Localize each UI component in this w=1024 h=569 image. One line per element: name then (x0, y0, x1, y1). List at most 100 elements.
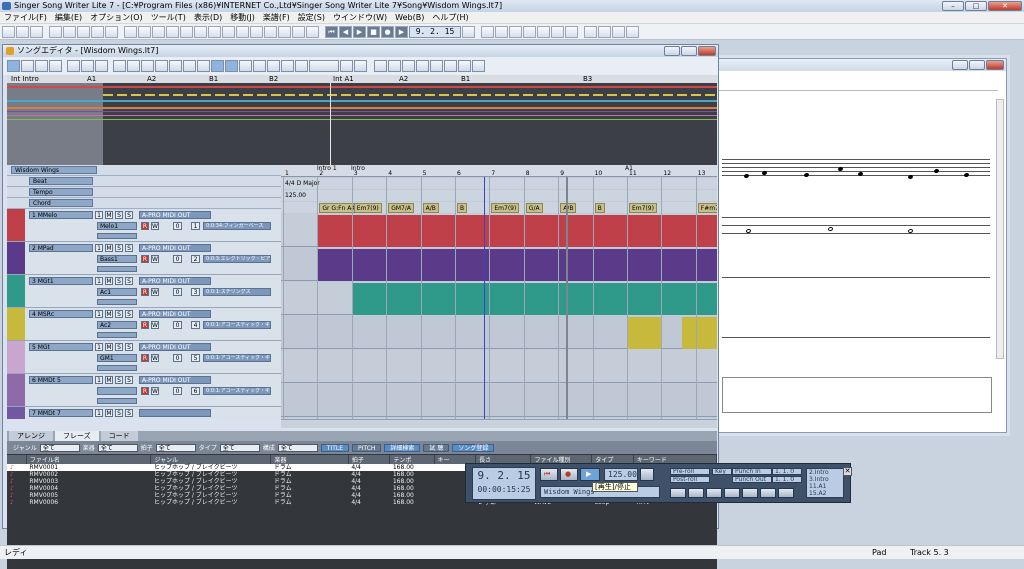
menu-file[interactable]: ファイル(F) (4, 12, 47, 23)
mute-track-icon[interactable] (253, 60, 266, 72)
column-header[interactable]: ジャンル (150, 455, 272, 464)
measure-ruler[interactable]: 1 2 3 4 5 6 7 8 9 10 11 12 13 (281, 165, 717, 177)
track-row[interactable]: 4 MSRc 1 M S S A-PRO MIDI OUT Ac2 R W 0 … (7, 308, 281, 341)
track-row[interactable]: 3 MGt1 1 M S S A-PRO MIDI OUT Ac1 R W 0 … (7, 275, 281, 308)
solo-button[interactable]: S (115, 409, 123, 417)
solo-button[interactable]: S (115, 211, 123, 219)
channel-value[interactable]: 1 (191, 222, 200, 230)
mute-button[interactable]: M (105, 376, 113, 384)
phrase-clip[interactable] (627, 317, 662, 349)
record-arm-button[interactable]: R (141, 321, 149, 329)
menu-options[interactable]: オプション(O) (90, 12, 143, 23)
tempo-lane[interactable] (281, 190, 717, 201)
program-select[interactable]: 0:0:3:エレクトリック・ピアノ (203, 255, 271, 263)
score-minimize-button[interactable] (952, 60, 968, 70)
chord-symbol[interactable]: A/B (422, 203, 439, 213)
track-copy-icon[interactable] (141, 60, 154, 72)
channel-value[interactable]: 6 (191, 387, 200, 395)
mute-button[interactable]: M (105, 244, 113, 252)
menu-help[interactable]: ヘルプ(H) (432, 12, 468, 23)
track-color-swatch[interactable] (7, 209, 25, 241)
write-button[interactable]: W (151, 321, 159, 329)
metronome-icon[interactable] (278, 25, 291, 38)
track-name[interactable]: 2 MPad (29, 244, 93, 252)
instrument-name[interactable]: Bass1 (97, 255, 137, 263)
mute-button[interactable]: M (105, 211, 113, 219)
menu-score[interactable]: 楽譜(F) (263, 12, 290, 23)
track-volume-slider[interactable] (97, 398, 137, 404)
forward-icon[interactable]: ▶ (353, 25, 366, 38)
glue-tool-icon[interactable] (95, 60, 108, 72)
chord-symbol[interactable]: Em7(9) (353, 203, 382, 213)
midi-in-icon[interactable] (509, 25, 522, 38)
solo-button[interactable]: S (115, 376, 123, 384)
select-tool-icon[interactable] (21, 60, 34, 72)
solo-button[interactable]: S (115, 277, 123, 285)
score-maximize-button[interactable] (969, 60, 985, 70)
type-select[interactable]: 全て (219, 443, 260, 452)
menu-web[interactable]: Web(B) (395, 12, 424, 23)
cut-icon[interactable] (49, 25, 62, 38)
chord-icon[interactable] (236, 25, 249, 38)
program-select[interactable]: 0:0:1:アコースティック・ギ (203, 321, 271, 329)
view-e-icon[interactable] (430, 60, 443, 72)
follow-icon[interactable] (565, 25, 578, 38)
mute-icon[interactable] (537, 25, 550, 38)
track-color-swatch[interactable] (7, 275, 25, 307)
marker-item[interactable]: 3.Intro (809, 476, 843, 483)
tempo-value[interactable]: 125.00 (285, 192, 306, 199)
instrument-select[interactable]: 全て (97, 443, 138, 452)
marker-item[interactable]: 11.A1 (809, 483, 843, 490)
tempo-adjust-button[interactable] (640, 468, 654, 481)
track-row[interactable]: 7 MMDt 7 1 M S S R W 0 (7, 407, 281, 419)
eraser-tool-icon[interactable] (49, 60, 62, 72)
write-button[interactable]: W (151, 222, 159, 230)
track-name[interactable]: 1 MMelo (29, 211, 93, 219)
column-header[interactable]: 楽器 (270, 455, 349, 464)
loop-icon[interactable] (481, 25, 494, 38)
column-header[interactable] (7, 455, 27, 464)
select-button[interactable]: S (125, 343, 133, 351)
midi-out-select[interactable]: A-PRO MIDI OUT (139, 211, 211, 219)
punch-icon[interactable] (495, 25, 508, 38)
record-arm-button[interactable]: R (141, 288, 149, 296)
view-c-icon[interactable] (402, 60, 415, 72)
write-button[interactable]: W (151, 387, 159, 395)
transpose-icon[interactable] (183, 60, 196, 72)
chord-symbol[interactable]: B (457, 203, 468, 213)
program-select[interactable]: 0:0:1:アコースティック・ギ (203, 387, 271, 395)
mute-button[interactable]: M (105, 409, 113, 417)
write-button[interactable]: W (151, 255, 159, 263)
mixer-icon[interactable] (180, 25, 193, 38)
track-color-swatch[interactable] (7, 242, 25, 274)
post-roll-field[interactable]: Post-roll (670, 476, 710, 483)
metronome-button[interactable] (724, 488, 740, 498)
track-row[interactable]: 2 MPad 1 M S S A-PRO MIDI OUT Bass1 R W … (7, 242, 281, 275)
wave-icon[interactable] (523, 25, 536, 38)
solo-button[interactable]: S (115, 310, 123, 318)
chord-symbol[interactable]: G/A (525, 203, 543, 213)
track-volume-slider[interactable] (97, 365, 137, 371)
marker-item[interactable]: 15.A2 (809, 490, 843, 497)
rewind-button[interactable]: ⏮ (540, 468, 558, 481)
marker-list[interactable]: 2.Intro 3.Intro 11.A1 15.A2 (806, 468, 844, 498)
track-add-icon[interactable] (113, 60, 126, 72)
zoom-icon[interactable] (306, 25, 319, 38)
maximize-button[interactable]: □ (965, 1, 987, 11)
program-select[interactable]: 0:0:1:アコースティック・ギ (203, 354, 271, 362)
ks-value[interactable]: 0 (173, 321, 182, 329)
track-volume-slider[interactable] (97, 299, 137, 305)
pre-roll-field[interactable]: Pre-roll (670, 468, 710, 475)
chord-symbol[interactable]: GM7/A (388, 203, 414, 213)
view-d-icon[interactable] (416, 60, 429, 72)
transport-close-icon[interactable]: ✕ (843, 467, 852, 476)
track-color-swatch[interactable] (7, 308, 25, 340)
select-button[interactable]: S (125, 310, 133, 318)
paste-icon[interactable] (77, 25, 90, 38)
keyboard-icon[interactable] (194, 25, 207, 38)
marker-item[interactable]: 2.Intro (809, 469, 843, 476)
audio-track-icon[interactable] (281, 60, 294, 72)
mute-button[interactable]: M (105, 343, 113, 351)
midi-out-select[interactable] (139, 409, 211, 417)
loop-button[interactable] (670, 488, 686, 498)
